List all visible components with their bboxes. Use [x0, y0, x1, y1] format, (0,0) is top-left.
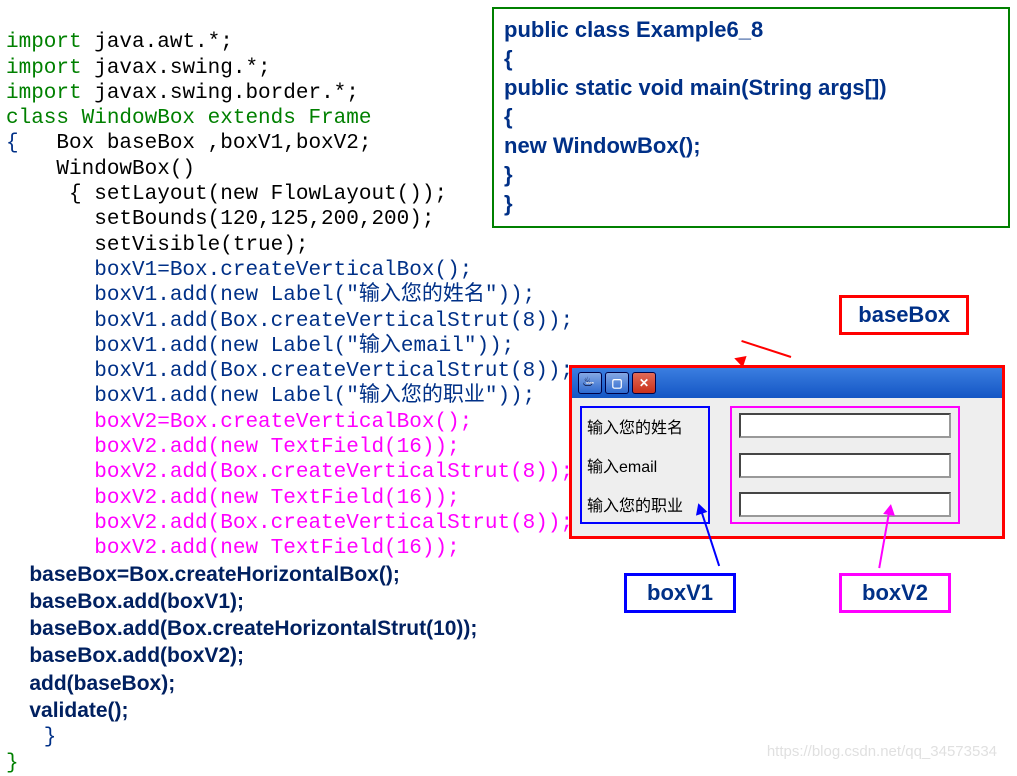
code-text: boxV2.add(Box.createVerticalStrut(8)); [6, 461, 573, 484]
code-text: validate(); [6, 699, 129, 722]
code-text: boxV1.add(new Label("输入email")); [6, 335, 514, 358]
code-text: boxV1.add(Box.createVerticalStrut(8)); [6, 360, 573, 383]
code-line: } [504, 189, 998, 218]
code-text: javax.swing.*; [82, 57, 271, 80]
code-text: setBounds(120,125,200,200); [6, 208, 434, 231]
code-text: baseBox.add(boxV2); [6, 644, 244, 667]
code-text: { setLayout(new FlowLayout()); [6, 183, 447, 206]
code-line: public static void main(String args[]) [504, 73, 998, 102]
brace: { [6, 132, 19, 155]
code-text: boxV2.add(new TextField(16)); [6, 487, 460, 510]
code-text: add(baseBox); [6, 672, 175, 695]
code-line: public class Example6_8 [504, 15, 998, 44]
kw-import: import [6, 57, 82, 80]
code-text: boxV2.add(new TextField(16)); [6, 537, 460, 560]
code-text: WindowBox [69, 107, 208, 130]
code-text: setVisible(true); [6, 234, 308, 257]
textfield-email[interactable] [739, 453, 951, 478]
app-window: ♨ — ▢ ✕ 输入您的姓名 输入email 输入您的职业 [569, 365, 1005, 539]
window-body: 输入您的姓名 输入email 输入您的职业 [572, 398, 1002, 536]
code-text: baseBox.add(Box.createHorizontalStrut(10… [6, 617, 477, 640]
code-text: boxV2.add(new TextField(16)); [6, 436, 460, 459]
java-icon: ♨ [582, 375, 598, 391]
code-text: boxV1.add(new Label("输入您的姓名")); [6, 284, 535, 307]
code-text: javax.swing.border.*; [82, 82, 359, 105]
code-text: boxV1=Box.createVerticalBox(); [6, 259, 472, 282]
code-text: Frame [296, 107, 372, 130]
label-basebox: baseBox [839, 295, 969, 335]
code-line: { [504, 102, 998, 131]
kw-class: class [6, 107, 69, 130]
code-text: WindowBox() [6, 158, 195, 181]
kw-import: import [6, 82, 82, 105]
close-button[interactable]: ✕ [632, 372, 656, 394]
code-line: new WindowBox(); [504, 131, 998, 160]
arrow-boxv1 [679, 507, 729, 577]
code-block-right: public class Example6_8 { public static … [492, 7, 1010, 228]
code-text: baseBox.add(boxV1); [6, 590, 244, 613]
code-text: boxV2.add(Box.createVerticalStrut(8)); [6, 512, 573, 535]
textfield-job[interactable] [739, 492, 951, 517]
maximize-button[interactable]: ▢ [605, 372, 629, 394]
label-boxv1: boxV1 [624, 573, 736, 613]
label-boxv2: boxV2 [839, 573, 951, 613]
label-name: 输入您的姓名 [587, 414, 703, 438]
code-block-left: import java.awt.*; import javax.swing.*;… [6, 5, 573, 776]
arrow-boxv2 [869, 507, 919, 577]
code-text: Box baseBox ,boxV1,boxV2; [19, 132, 372, 155]
brace: } [6, 752, 19, 775]
code-text: baseBox=Box.createHorizontalBox(); [6, 563, 400, 586]
kw-extends: extends [208, 107, 296, 130]
watermark: https://blog.csdn.net/qq_34573534 [767, 743, 997, 760]
code-line: { [504, 44, 998, 73]
textfield-name[interactable] [739, 413, 951, 438]
code-text: boxV1.add(Box.createVerticalStrut(8)); [6, 310, 573, 333]
kw-import: import [6, 31, 82, 54]
brace: } [6, 726, 56, 749]
boxv2-panel [730, 406, 960, 524]
code-line: } [504, 160, 998, 189]
code-text: java.awt.*; [82, 31, 233, 54]
code-text: boxV1.add(new Label("输入您的职业")); [6, 385, 535, 408]
code-text: boxV2=Box.createVerticalBox(); [6, 411, 472, 434]
label-email: 输入email [587, 453, 703, 477]
titlebar: ♨ — ▢ ✕ [572, 368, 1002, 398]
